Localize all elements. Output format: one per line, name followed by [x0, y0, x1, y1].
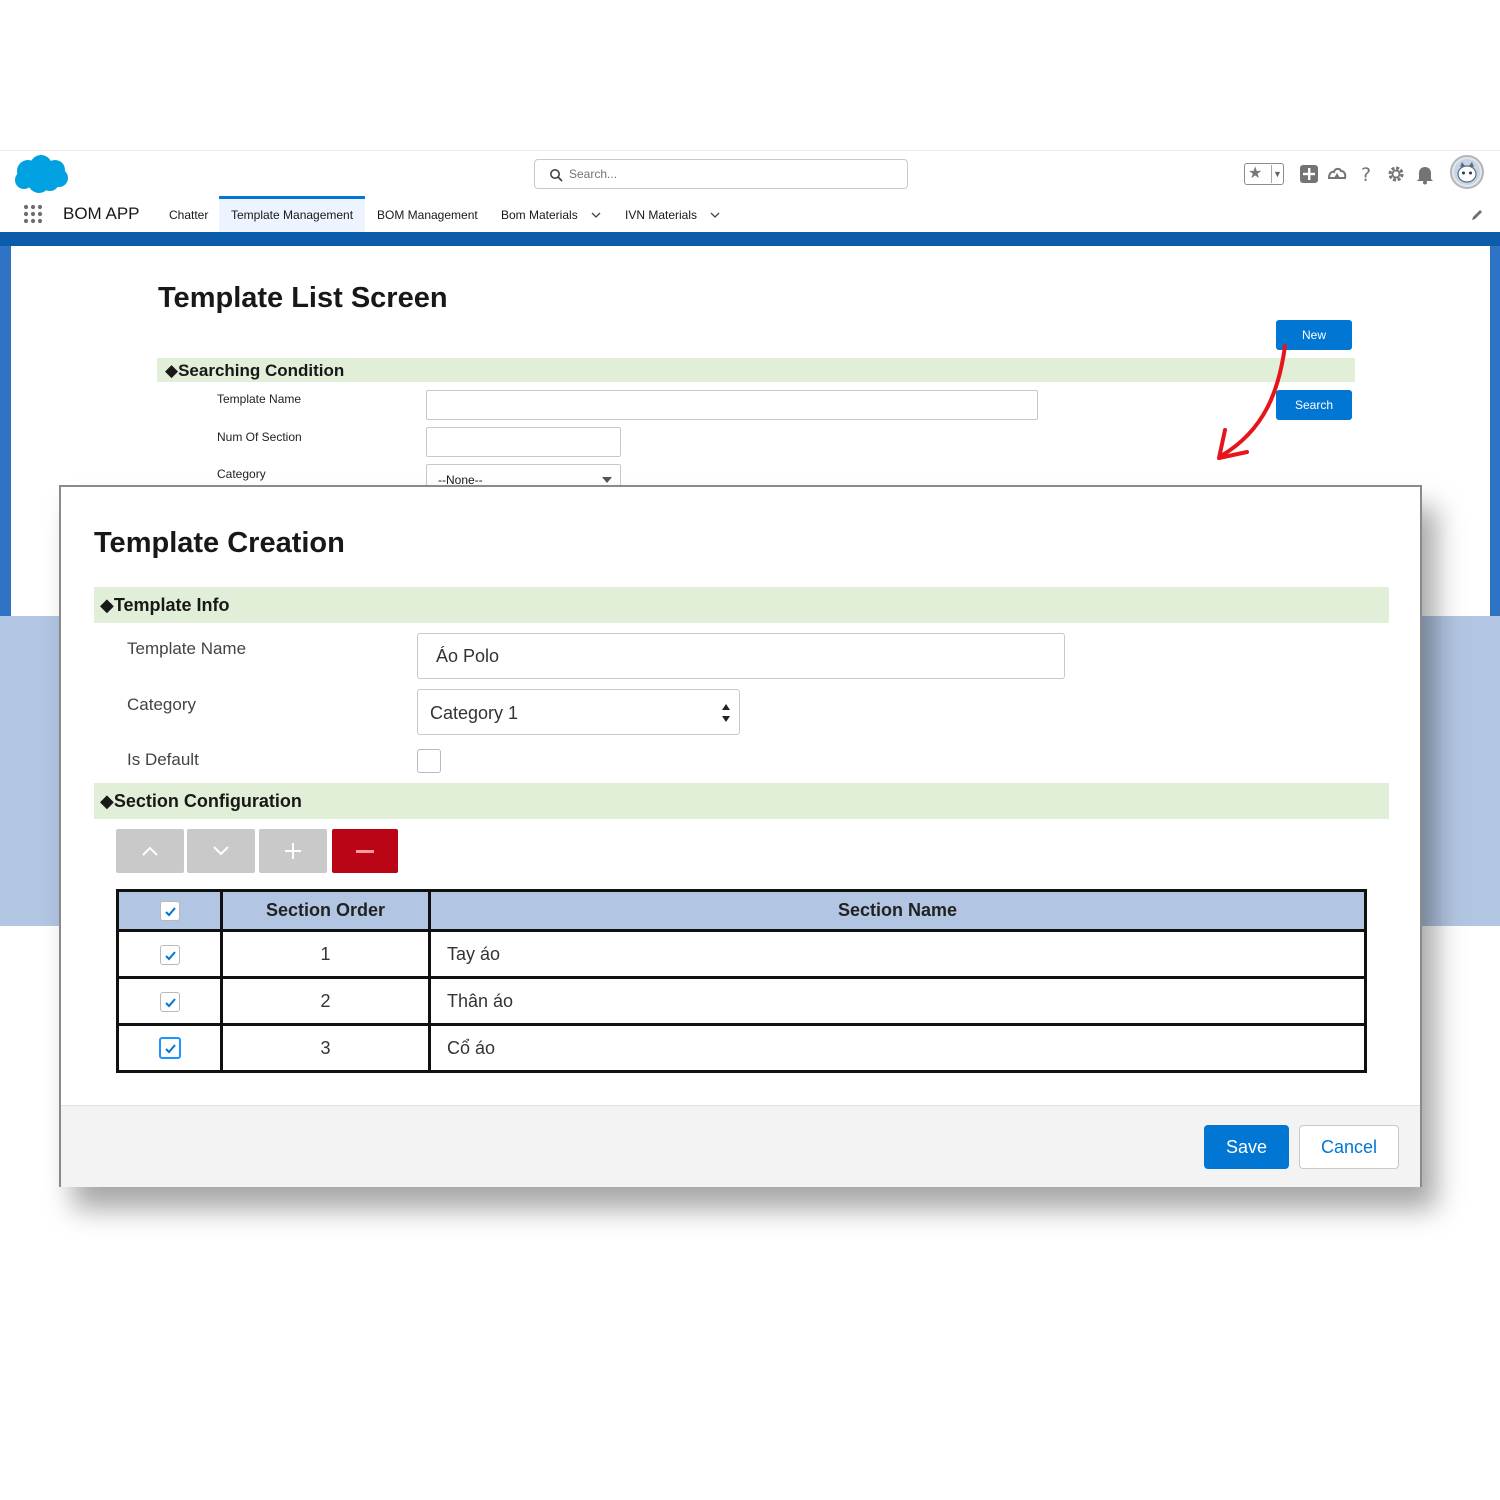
move-down-button[interactable]	[187, 829, 255, 873]
global-search[interactable]	[534, 159, 908, 189]
nav-item-chatter[interactable]: Chatter	[169, 196, 208, 232]
trailhead-icon[interactable]	[1326, 163, 1348, 185]
modal-title: Template Creation	[94, 527, 345, 559]
setup-gear-icon[interactable]	[1385, 163, 1407, 185]
row-checkbox[interactable]	[159, 991, 180, 1012]
favorites-dropdown-icon[interactable]: ▼	[1271, 165, 1283, 183]
app-launcher-icon[interactable]	[22, 203, 44, 225]
searching-condition-header: ◆Searching Condition	[157, 358, 1355, 382]
nav-item-label: Bom Materials	[501, 208, 578, 222]
row-checkbox[interactable]	[159, 944, 180, 965]
nav-item-label: IVN Materials	[625, 208, 698, 222]
annotation-arrow-icon	[1217, 344, 1287, 460]
global-header: ★ ▼ ?	[0, 150, 1500, 200]
chevron-down-icon[interactable]	[591, 210, 601, 220]
num-of-section-label: Num Of Section	[217, 430, 302, 444]
check-icon	[164, 950, 176, 961]
modal-footer: Save Cancel	[61, 1105, 1420, 1187]
app-nav-bar: BOM APP Chatter Template Management BOM …	[0, 196, 1500, 232]
favorites-button[interactable]: ★ ▼	[1244, 163, 1284, 185]
check-icon	[164, 997, 176, 1008]
svg-text:?: ?	[1361, 164, 1371, 185]
check-icon	[164, 907, 176, 917]
section-order-cell: 3	[220, 1023, 431, 1073]
salesforce-cloud-logo[interactable]	[12, 153, 72, 195]
section-name-cell[interactable]: Thân áo	[428, 976, 1367, 1026]
screen: ★ ▼ ?	[0, 0, 1500, 1500]
chevron-up-icon	[142, 846, 158, 856]
row-select-cell	[116, 929, 223, 979]
template-name-label: Template Name	[217, 392, 302, 406]
app-name: BOM APP	[63, 204, 140, 223]
section-table: Section Order Section Name 1 Tay áo 2 Th…	[116, 889, 1367, 1073]
template-name-label: Template Name	[127, 639, 247, 658]
table-row: 1 Tay áo	[116, 929, 1367, 979]
template-name-input[interactable]	[426, 390, 1038, 420]
chevron-down-icon[interactable]	[710, 210, 720, 220]
template-info-header: ◆Template Info	[94, 587, 1389, 623]
section-order-cell: 1	[220, 929, 431, 979]
category-select-value: Category 1	[430, 703, 519, 723]
section-name-cell[interactable]: Tay áo	[428, 929, 1367, 979]
nav-item-bom-materials[interactable]: Bom Materials	[501, 196, 601, 232]
table-row: 3 Cổ áo	[116, 1023, 1367, 1073]
is-default-label: Is Default	[127, 750, 199, 769]
edit-nav-pencil-icon[interactable]	[1470, 208, 1484, 222]
user-avatar[interactable]	[1450, 155, 1484, 189]
table-row: 2 Thân áo	[116, 976, 1367, 1026]
select-all-cell	[116, 889, 223, 932]
save-button[interactable]: Save	[1204, 1125, 1289, 1169]
check-icon	[164, 1044, 176, 1054]
workspace-edge-right	[1490, 246, 1500, 616]
nav-item-template-management[interactable]: Template Management	[219, 196, 366, 232]
move-up-button[interactable]	[116, 829, 184, 873]
chevron-down-icon	[213, 846, 229, 856]
nav-item-ivn-materials[interactable]: IVN Materials	[625, 196, 720, 232]
add-section-button[interactable]	[259, 829, 327, 873]
nav-item-bom-management[interactable]: BOM Management	[377, 196, 478, 232]
cancel-button[interactable]: Cancel	[1299, 1125, 1399, 1169]
row-checkbox[interactable]	[158, 1037, 181, 1060]
workspace-banner	[0, 232, 1500, 246]
column-header-section-name[interactable]: Section Name	[428, 889, 1367, 932]
notifications-bell-icon[interactable]	[1414, 163, 1436, 185]
section-name-cell[interactable]: Cổ áo	[428, 1023, 1367, 1073]
global-actions-icon[interactable]	[1298, 163, 1320, 185]
help-icon[interactable]: ?	[1356, 163, 1378, 185]
category-label: Category	[127, 695, 196, 714]
plus-icon	[285, 843, 301, 859]
star-icon: ★	[1248, 165, 1263, 182]
search-input[interactable]	[569, 164, 889, 184]
select-all-checkbox[interactable]	[159, 901, 180, 922]
is-default-checkbox[interactable]	[417, 749, 441, 773]
template-creation-modal: Template Creation ◆Template Info Templat…	[59, 485, 1422, 1187]
column-header-section-order[interactable]: Section Order	[220, 889, 431, 932]
avatar-astro-icon	[1454, 159, 1480, 185]
delete-section-button[interactable]	[332, 829, 398, 873]
table-header-row: Section Order Section Name	[116, 889, 1367, 932]
section-configuration-header: ◆Section Configuration	[94, 783, 1389, 819]
row-select-cell	[116, 976, 223, 1026]
search-icon	[550, 169, 563, 182]
page-title: Template List Screen	[158, 282, 448, 314]
section-order-cell: 2	[220, 976, 431, 1026]
row-select-cell	[116, 1023, 223, 1073]
minus-icon	[356, 850, 374, 853]
template-name-field[interactable]: Áo Polo	[417, 633, 1065, 679]
category-select[interactable]: Category 1	[417, 689, 740, 735]
category-label: Category	[217, 467, 266, 481]
num-of-section-input[interactable]	[426, 427, 621, 457]
caret-down-icon	[602, 477, 612, 483]
select-spinner-icon	[722, 704, 730, 722]
workspace-edge-left	[0, 246, 11, 616]
